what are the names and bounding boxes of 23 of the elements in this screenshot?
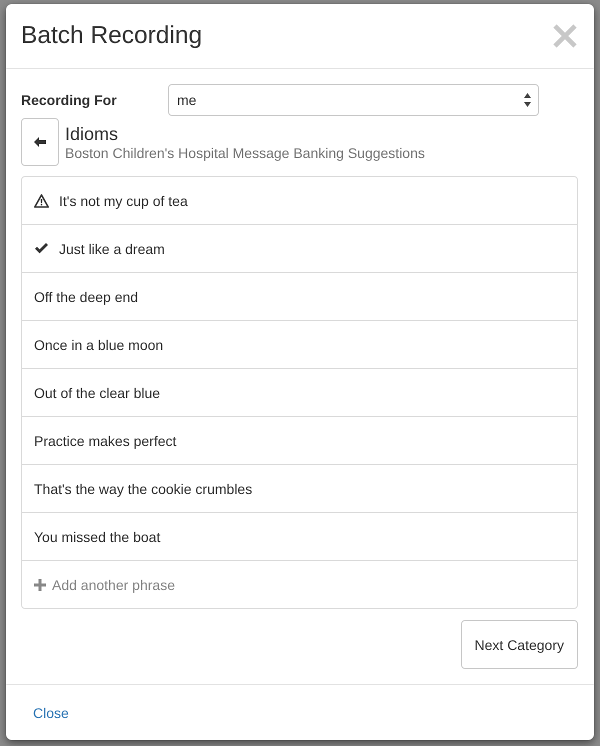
back-button[interactable]: [21, 118, 59, 166]
select-caret-icon: [524, 93, 531, 107]
phrase-row[interactable]: It's not my cup of tea: [22, 177, 577, 224]
plus-icon: [34, 578, 46, 590]
category-title: Idioms: [65, 124, 120, 144]
add-phrase-button[interactable]: Add another phrase: [22, 560, 577, 608]
close-link[interactable]: Close: [33, 704, 69, 720]
recording-for-select[interactable]: me: [168, 84, 539, 116]
category-subtitle: Boston Children's Hospital Message Banking Suggestions: [65, 145, 425, 162]
phrase-row[interactable]: That's the way the cookie crumbles: [22, 464, 577, 512]
warning-icon: [34, 194, 49, 208]
arrow-left-icon: [34, 137, 46, 147]
checkmark-icon: [35, 243, 48, 254]
phrase-row[interactable]: Once in a blue moon: [22, 320, 577, 368]
recording-for-label: Recording For: [21, 92, 118, 108]
phrase-row[interactable]: You missed the boat: [22, 512, 577, 560]
close-icon: [553, 24, 577, 48]
phrase-row[interactable]: Just like a dream: [22, 224, 577, 272]
dialog-title: Batch Recording: [21, 22, 202, 50]
phrase-row[interactable]: Off the deep end: [22, 272, 577, 320]
phrase-row[interactable]: Out of the clear blue: [22, 368, 577, 416]
next-category-button[interactable]: Next Category: [460, 620, 578, 669]
phrase-row[interactable]: Practice makes perfect: [22, 416, 577, 464]
